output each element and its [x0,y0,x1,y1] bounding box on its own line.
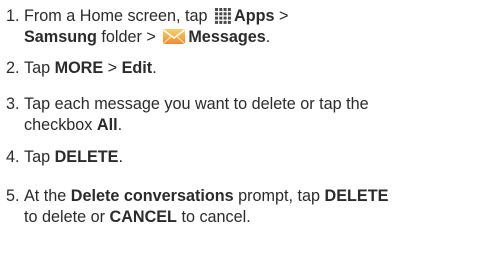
step-line: Samsung folder > Messages. [24,27,288,48]
step-body: Tap each message you want to delete or t… [24,94,369,136]
step-body: From a Home screen, tap Apps > Samsung f… [24,6,288,48]
messages-envelope-icon [162,27,186,52]
instructions-document: 1. From a Home screen, tap Apps > Samsun… [0,0,501,260]
delete-label: DELETE [54,148,119,166]
step-number: 3. [6,95,20,113]
cancel-label: CANCEL [109,208,177,226]
step-number: 1. [6,7,20,25]
step-text: checkbox [24,116,97,134]
step-text: Tap [24,148,55,166]
delete-conversations-label: Delete conversations [70,187,234,205]
step-text: At the [24,187,71,205]
apps-label: Apps [234,7,275,25]
step-number: 2. [6,59,20,77]
step-line: to delete or CANCEL to cancel. [24,207,388,228]
step-text: . [265,28,271,46]
samsung-label: Samsung [24,28,97,46]
step-body: At the Delete conversations prompt, tap … [24,186,388,228]
step-text: Tap [24,59,55,77]
step-number: 5. [6,187,20,205]
step-line: Tap MORE > Edit. [24,58,157,79]
step-text: to cancel. [176,208,251,226]
step-line: At the Delete conversations prompt, tap … [24,186,388,207]
step-text: . [118,148,123,166]
step-text: . [117,116,123,134]
all-label: All [96,116,118,134]
step-body: Tap MORE > Edit. [24,58,157,79]
step-text: prompt, tap [233,187,325,205]
step-line: checkbox All. [24,115,369,136]
step-text: From a Home screen, tap [24,7,213,25]
step-text: folder > [96,28,161,46]
step-text: > [103,59,122,77]
more-label: MORE [54,59,104,77]
step-text: > [274,7,289,25]
step-number: 4. [6,148,20,166]
step-text: to delete or [24,208,110,226]
step-line: Tap each message you want to delete or t… [24,95,369,113]
delete-label: DELETE [324,187,389,205]
step-text: . [152,59,157,77]
step-line: From a Home screen, tap Apps > [24,6,288,27]
messages-label: Messages [188,28,266,46]
step-line: Tap DELETE. [24,147,123,168]
edit-label: Edit [121,59,153,77]
step-body: Tap DELETE. [24,147,123,168]
